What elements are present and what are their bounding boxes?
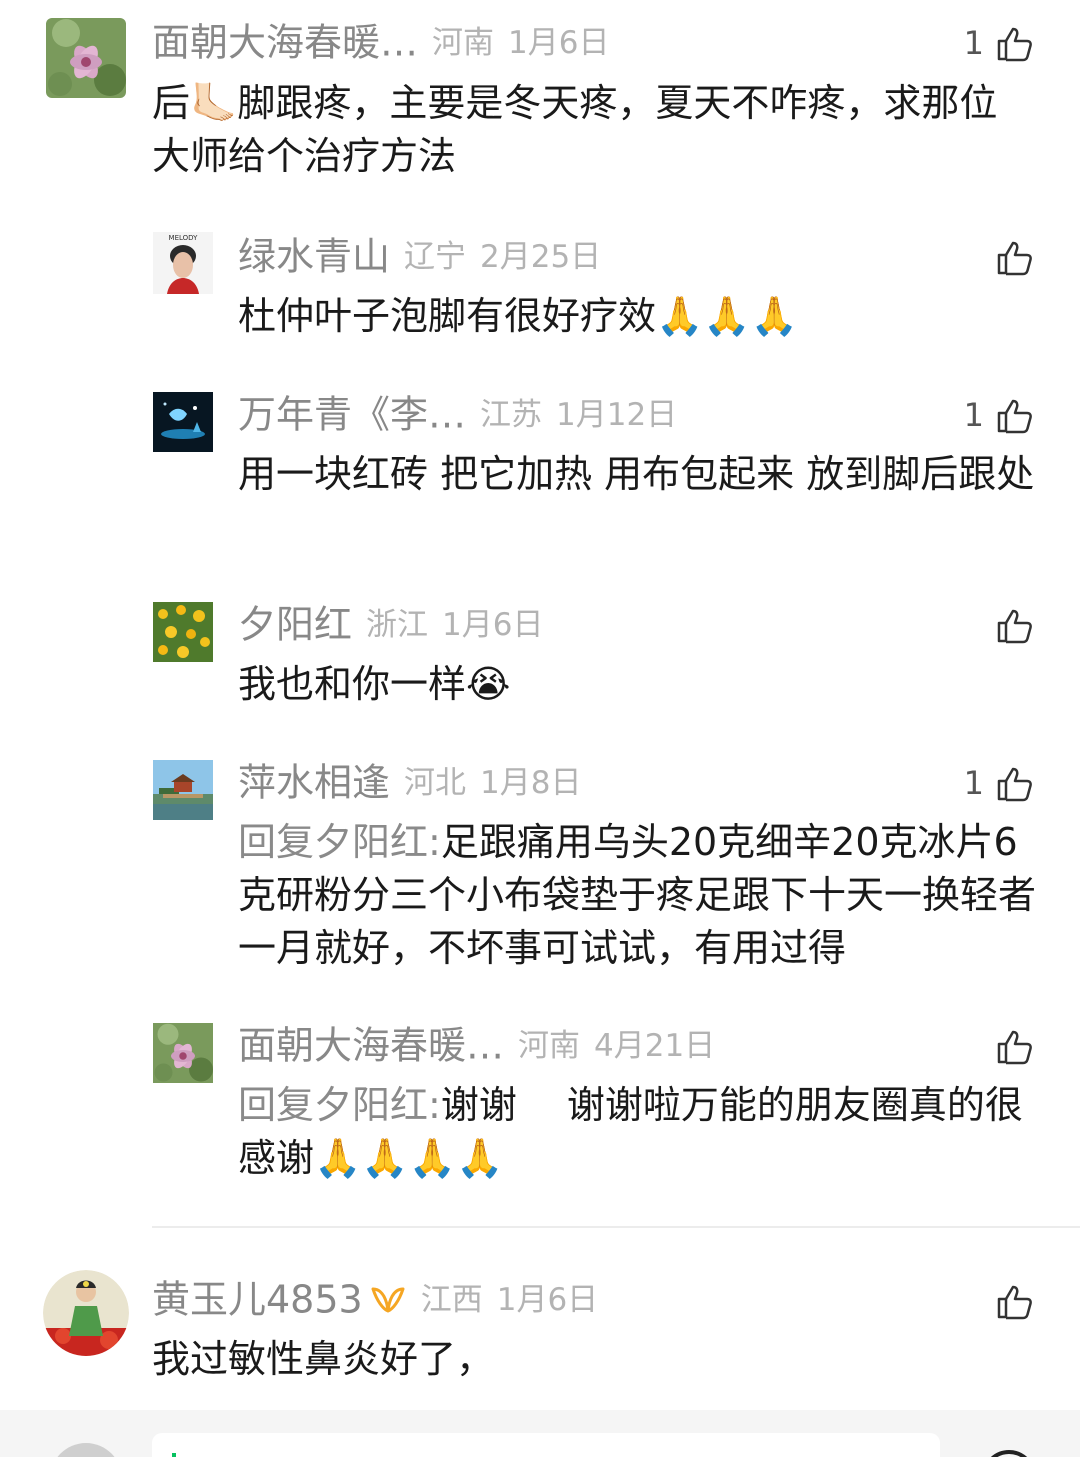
like-button[interactable]: 1 — [964, 758, 1034, 808]
comment-meta: 夕阳红 浙江 1月6日 — [238, 599, 543, 649]
thumbs-up-icon — [997, 27, 1032, 62]
commenter-name[interactable]: 面朝大海春暖… — [238, 1024, 504, 1068]
comment-date: 1月6日 — [508, 24, 610, 61]
like-button[interactable]: 1 — [964, 18, 1034, 68]
like-button[interactable] — [996, 1276, 1034, 1326]
like-button[interactable] — [996, 600, 1034, 650]
comment-date: 1月12日 — [556, 396, 678, 433]
reply-prefix[interactable]: 回复夕阳红: — [238, 1083, 441, 1127]
like-count: 1 — [963, 24, 984, 62]
commenter-name[interactable]: 万年青《李… — [238, 393, 466, 437]
comment-meta: 绿水青山 辽宁 2月25日 — [238, 231, 601, 281]
vip-badge-icon — [371, 1287, 405, 1312]
thumbs-up-icon — [997, 1285, 1032, 1320]
comment-location: 江西 — [420, 1281, 483, 1318]
comment-location: 辽宁 — [404, 238, 467, 275]
comment-text: 回复夕阳红:谢谢 谢谢啦万能的朋友圈真的很感谢🙏🙏🙏🙏 — [238, 1079, 1048, 1185]
palace-avatar-icon[interactable] — [153, 760, 213, 820]
comment-meta: 万年青《李… 江苏 1月12日 — [238, 389, 677, 439]
comment-location: 河南 — [432, 24, 495, 61]
comment-meta: 萍水相逢 河北 1月8日 — [238, 757, 581, 807]
comment-location: 河南 — [518, 1027, 581, 1064]
comment-text: 杜仲叶子泡脚有很好疗效🙏🙏🙏 — [238, 294, 798, 338]
avatar-caption: MELODY — [169, 234, 199, 242]
thumbs-up-icon — [997, 609, 1032, 644]
like-button[interactable] — [996, 232, 1034, 282]
comment-list-page: 面朝大海春暖… 河南 1月6日 1 后🦶🏻脚跟疼，主要是冬天疼，夏天不咋疼，求那位大… — [0, 0, 1080, 1457]
like-button[interactable] — [996, 1021, 1034, 1071]
comment-text: 我过敏性鼻炎好了， — [152, 1337, 495, 1381]
comment-text: 我也和你一样😭 — [238, 662, 511, 706]
commenter-name[interactable]: 绿水青山 — [238, 235, 390, 279]
portrait-avatar-icon[interactable] — [43, 1270, 129, 1356]
like-button[interactable]: 1 — [964, 390, 1034, 440]
comment-text: 后🦶🏻脚跟疼，主要是冬天疼，夏天不咋疼，求那位大师给个治疗方法 — [152, 81, 998, 178]
comment-date: 1月8日 — [480, 764, 582, 801]
yellow-flowers-avatar-icon[interactable] — [153, 602, 213, 662]
comment-text: 用一块红砖 把它加热 用布包起来 放到脚后跟处 — [238, 452, 1035, 496]
person-avatar-icon[interactable]: MELODY — [153, 232, 213, 294]
commenter-name[interactable]: 黄玉儿4853 — [152, 1278, 363, 1322]
input-cursor — [172, 1453, 176, 1457]
comment-date: 4月21日 — [594, 1027, 716, 1064]
night-art-avatar-icon[interactable] — [153, 392, 213, 452]
commenter-name[interactable]: 面朝大海春暖… — [152, 21, 418, 65]
commenter-name[interactable]: 萍水相逢 — [238, 761, 390, 805]
comment-text: 回复夕阳红:足跟痛用乌头20克细辛20克冰片6克研粉分三个小布袋垫于疼足跟下十天… — [238, 816, 1048, 975]
thumbs-up-icon — [997, 241, 1032, 276]
comment-location: 江苏 — [480, 396, 543, 433]
comment-location: 浙江 — [366, 606, 429, 643]
section-divider — [152, 1226, 1080, 1228]
comment-date: 1月6日 — [442, 606, 544, 643]
reply-prefix[interactable]: 回复夕阳红: — [238, 820, 441, 864]
comment-input[interactable] — [152, 1433, 940, 1457]
thumbs-up-icon — [997, 399, 1032, 434]
comment-meta: 面朝大海春暖… 河南 4月21日 — [238, 1020, 715, 1070]
commenter-name[interactable]: 夕阳红 — [238, 603, 352, 647]
like-count: 1 — [963, 764, 984, 802]
like-count: 1 — [963, 396, 984, 434]
comment-date: 2月25日 — [480, 238, 602, 275]
flower-avatar-icon[interactable] — [153, 1023, 213, 1083]
comment-location: 河北 — [404, 764, 467, 801]
thumbs-up-icon — [997, 767, 1032, 802]
thumbs-up-icon — [997, 1030, 1032, 1065]
comment-meta: 黄玉儿4853 江西 1月6日 — [152, 1274, 598, 1324]
comment-meta: 面朝大海春暖… 河南 1月6日 — [152, 17, 609, 67]
comment-date: 1月6日 — [496, 1281, 599, 1318]
flower-avatar-icon[interactable] — [46, 18, 126, 98]
